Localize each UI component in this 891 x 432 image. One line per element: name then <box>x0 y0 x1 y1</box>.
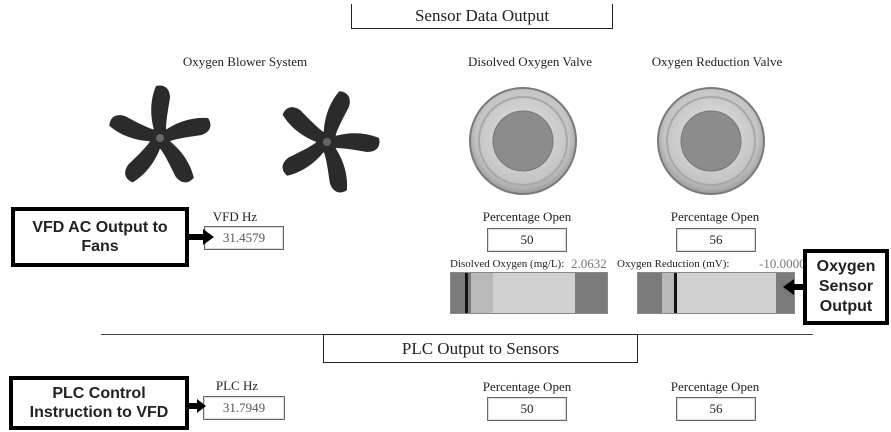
vfd-hz-label: VFD Hz <box>212 209 258 224</box>
or-gauge-label: Oxygen Reduction (mV): <box>617 258 730 270</box>
or-plc-percentage-open-value: 56 <box>676 397 756 421</box>
fan-icon <box>107 85 214 187</box>
or-gauge-bar <box>637 272 795 314</box>
do-percentage-open-value: 50 <box>487 228 567 252</box>
callout-vfd-ac-output: VFD AC Output to Fans <box>11 207 189 267</box>
do-plc-percentage-open-label: Percentage Open <box>482 379 572 394</box>
arrow-icon <box>189 229 214 245</box>
vfd-hz-value: 31.4579 <box>204 226 284 250</box>
disolved-oxygen-valve-title: Disolved Oxygen Valve <box>468 54 592 69</box>
valve-icon <box>657 87 765 195</box>
plc-hz-label: PLC Hz <box>215 378 259 393</box>
do-percentage-open-label: Percentage Open <box>482 209 572 224</box>
fan-icon <box>278 91 380 196</box>
valve-icon <box>469 87 577 195</box>
oxygen-reduction-valve-title: Oxygen Reduction Valve <box>651 54 783 69</box>
do-gauge-bar <box>450 272 608 314</box>
callout-plc-control-instruction: PLC Control Instruction to VFD <box>9 376 189 430</box>
section-header-sensor-data-output: Sensor Data Output <box>351 4 613 29</box>
do-gauge-value: 2.0632 <box>571 256 607 271</box>
plc-hz-value: 31.7949 <box>203 396 285 420</box>
or-gauge-needle <box>673 273 677 313</box>
arrow-icon <box>783 279 805 295</box>
or-percentage-open-value: 56 <box>676 228 756 252</box>
or-plc-percentage-open-label: Percentage Open <box>670 379 760 394</box>
section-header-plc-output: PLC Output to Sensors <box>323 334 638 363</box>
do-plc-percentage-open-value: 50 <box>487 397 567 421</box>
or-percentage-open-label: Percentage Open <box>670 209 760 224</box>
oxygen-blower-system-title: Oxygen Blower System <box>182 54 308 69</box>
arrow-icon <box>187 399 206 413</box>
do-gauge-label: Disolved Oxygen (mg/L): <box>450 258 565 270</box>
callout-oxygen-sensor-output: Oxygen Sensor Output <box>803 249 889 325</box>
or-gauge-value: -10.0000 <box>759 256 806 271</box>
do-gauge-needle <box>465 273 469 313</box>
